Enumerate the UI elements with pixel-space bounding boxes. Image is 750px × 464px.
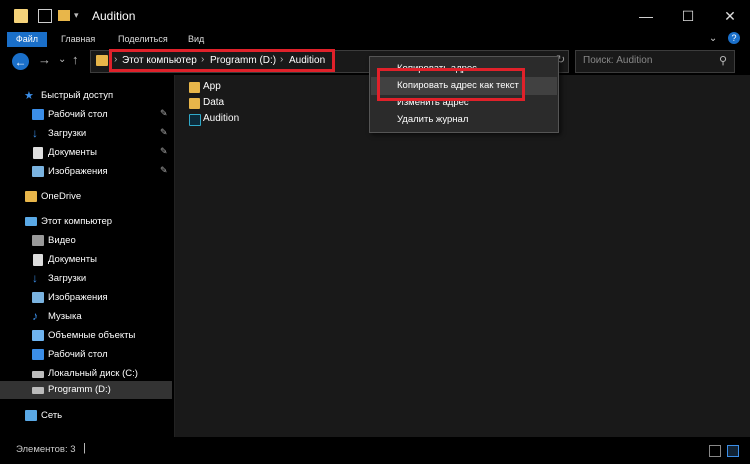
maximize-button[interactable]: ☐ [668,0,708,32]
network-icon [25,410,37,421]
nav-label: Изображения [48,292,108,303]
status-cursor: | [83,442,86,454]
details-view-icon[interactable] [709,445,721,457]
folder-icon [189,98,200,109]
nav-pc-music[interactable]: ♪ Музыка [0,308,172,326]
ribbon-tabs: Файл Главная Поделиться Вид ⌄ ? [0,32,750,47]
download-icon: ↓ [32,126,38,140]
nav-label: Документы [48,147,97,158]
forward-button[interactable]: → [38,52,51,67]
nav-quick-documents[interactable]: Документы ✎ [0,144,172,162]
properties-checkmark-icon[interactable] [38,9,52,23]
audition-app-icon [189,114,201,126]
ribbon-expand-icon[interactable]: ⌄ [709,33,717,44]
nav-label: Объемные объекты [48,330,136,341]
tab-view[interactable]: Вид [188,32,204,47]
window-title: Audition [92,9,136,23]
3d-objects-icon [32,330,44,341]
navigation-pane: ★ Быстрый доступ Рабочий стол ✎ ↓ Загруз… [0,75,175,437]
tab-home[interactable]: Главная [61,32,95,47]
computer-icon [25,217,37,226]
tab-file[interactable]: Файл [7,32,47,47]
drive-icon [32,371,44,378]
address-highlight-box [109,49,335,72]
recent-locations-button[interactable]: ⌄ [58,54,66,65]
desktop-icon [32,109,44,120]
nav-label: Быстрый доступ [41,90,114,101]
menu-item-label: Удалить журнал [397,114,469,125]
back-button[interactable]: ← [12,53,29,70]
nav-pc-3d-objects[interactable]: Объемные объекты [0,327,172,345]
folder-icon [189,82,200,93]
nav-label: Локальный диск (C:) [48,368,138,379]
nav-this-pc[interactable]: Этот компьютер [0,213,172,231]
nav-pc-videos[interactable]: Видео [0,232,172,250]
pin-icon: ✎ [160,108,168,118]
nav-label: Загрузки [48,273,87,284]
nav-pc-desktop[interactable]: Рабочий стол [0,346,172,364]
pictures-icon [32,292,44,303]
menu-item-delete-history[interactable]: Удалить журнал [371,111,557,129]
download-icon: ↓ [32,271,38,285]
drive-icon [32,387,44,394]
nav-pc-pictures[interactable]: Изображения [0,289,172,307]
nav-label: Programm (D:) [48,384,111,395]
nav-quick-downloads[interactable]: ↓ Загрузки ✎ [0,125,172,143]
file-name: App [203,81,221,92]
minimize-button[interactable]: — [626,0,666,32]
nav-pc-documents[interactable]: Документы [0,251,172,269]
nav-label: OneDrive [41,191,82,202]
up-button[interactable]: ↑ [72,52,79,67]
nav-label: Документы [48,254,97,265]
file-name: Data [203,97,225,108]
nav-label: Видео [48,235,76,246]
music-icon: ♪ [32,309,38,323]
new-folder-icon[interactable] [58,10,70,21]
nav-label: Рабочий стол [48,349,108,360]
pin-icon: ✎ [160,165,168,175]
star-icon: ★ [24,90,34,102]
video-icon [32,235,44,246]
item-count: Элементов: 3 [16,444,76,455]
nav-pc-downloads[interactable]: ↓ Загрузки [0,270,172,288]
nav-quick-desktop[interactable]: Рабочий стол ✎ [0,106,172,124]
help-icon[interactable]: ? [728,32,740,44]
file-name: Audition [203,113,240,124]
nav-quick-pictures[interactable]: Изображения ✎ [0,163,172,181]
document-icon [33,254,43,266]
nav-label: Этот компьютер [41,216,113,227]
nav-label: Изображения [48,166,108,177]
nav-label: Рабочий стол [48,109,108,120]
status-bar: Элементов: 3 | [0,437,750,464]
pin-icon: ✎ [160,146,168,156]
menu-highlight-box [377,68,525,101]
app-folder-icon [14,9,28,23]
nav-label: Загрузки [48,128,87,139]
desktop-icon [32,349,44,360]
nav-pc-programm-d[interactable]: Programm (D:) [0,381,172,399]
title-bar: ▾ Audition — ☐ ✕ [0,0,750,32]
onedrive-folder-icon [25,191,37,202]
pin-icon: ✎ [160,127,168,137]
search-icon[interactable]: ⚲ [719,54,727,67]
search-placeholder: Поиск: Audition [583,55,653,66]
large-icons-view-icon[interactable] [727,445,739,457]
nav-quick-access[interactable]: ★ Быстрый доступ [0,87,172,105]
tab-share[interactable]: Поделиться [118,32,168,47]
nav-network[interactable]: Сеть [0,407,172,425]
nav-label: Музыка [48,311,82,322]
document-icon [33,147,43,159]
nav-label: Сеть [41,410,63,421]
nav-onedrive[interactable]: OneDrive [0,188,172,206]
customize-quick-access-icon[interactable]: ▾ [74,10,88,24]
close-button[interactable]: ✕ [710,0,750,32]
pictures-icon [32,166,44,177]
search-input[interactable]: Поиск: Audition ⚲ [575,50,735,73]
folder-icon [96,55,108,66]
